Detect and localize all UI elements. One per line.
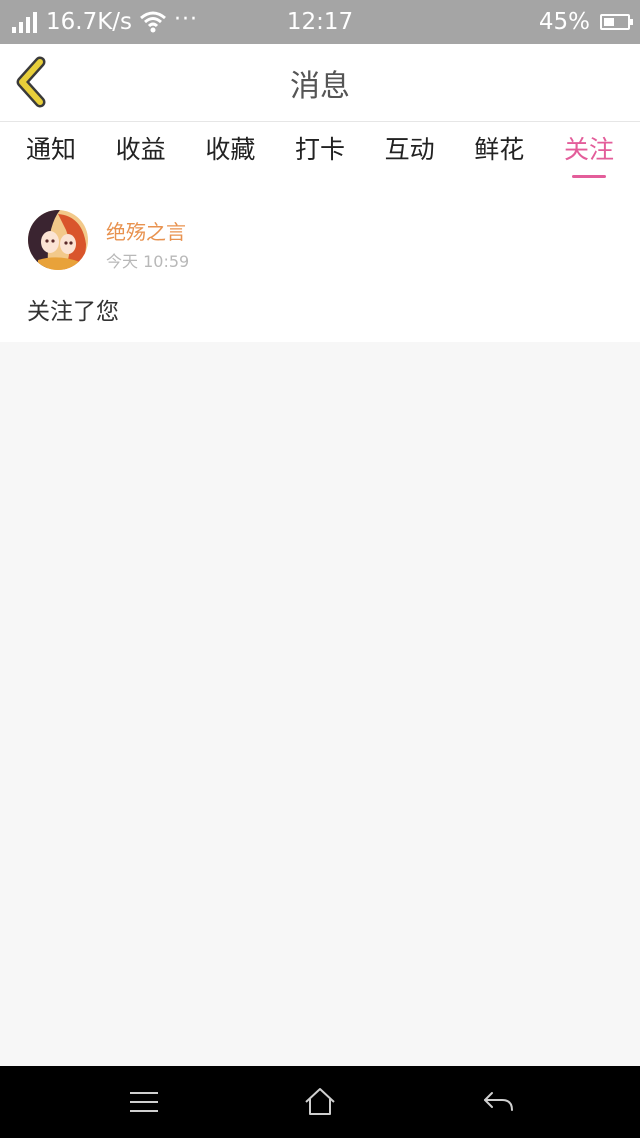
tab-label: 互动 (384, 135, 435, 164)
menu-button[interactable] (124, 1082, 164, 1122)
message-list: 绝殇之言 今天 10:59 关注了您 (0, 182, 640, 342)
back-arrow-icon (484, 1092, 513, 1111)
avatar[interactable] (28, 210, 88, 270)
battery-icon (600, 14, 633, 30)
message-item[interactable]: 绝殇之言 今天 10:59 关注了您 (0, 182, 640, 342)
tab-interactions[interactable]: 互动 (385, 122, 435, 182)
tab-label: 打卡 (294, 135, 345, 164)
tab-label: 收益 (115, 135, 166, 164)
username[interactable]: 绝殇之言 (106, 216, 186, 245)
tab-label: 通知 (26, 135, 77, 164)
page-title: 消息 (290, 69, 350, 104)
battery-fill (604, 18, 614, 26)
tab-earnings[interactable]: 收益 (116, 122, 166, 182)
tab-notifications[interactable]: 通知 (26, 122, 76, 182)
tab-flowers[interactable]: 鲜花 (474, 122, 524, 182)
tab-label: 鲜花 (474, 135, 525, 164)
home-icon (305, 1088, 335, 1115)
status-right: 45% (538, 0, 633, 44)
message-text: 关注了您 (27, 299, 119, 325)
header: 消息 (0, 44, 640, 122)
tab-follows[interactable]: 关注 (564, 122, 614, 182)
nav-bar (0, 1066, 640, 1138)
back-nav-button[interactable] (478, 1082, 518, 1122)
tab-checkin[interactable]: 打卡 (295, 122, 345, 182)
tab-underline (571, 175, 606, 178)
battery-percent: 45% (538, 9, 590, 35)
home-button[interactable] (300, 1082, 340, 1122)
avatar-image (28, 210, 88, 270)
status-bar: 16.7K/s ··· 12:17 45% (0, 0, 640, 44)
menu-icon (130, 1092, 158, 1112)
tab-favorites[interactable]: 收藏 (205, 122, 255, 182)
tab-label: 收藏 (205, 135, 256, 164)
tab-label: 关注 (563, 135, 614, 164)
tab-bar: 通知 收益 收藏 打卡 互动 鲜花 关注 (0, 122, 640, 182)
timestamp: 今天 10:59 (106, 252, 190, 271)
screen: 16.7K/s ··· 12:17 45% 消息 通知 收益 收藏 打卡 互动 … (0, 0, 640, 1138)
